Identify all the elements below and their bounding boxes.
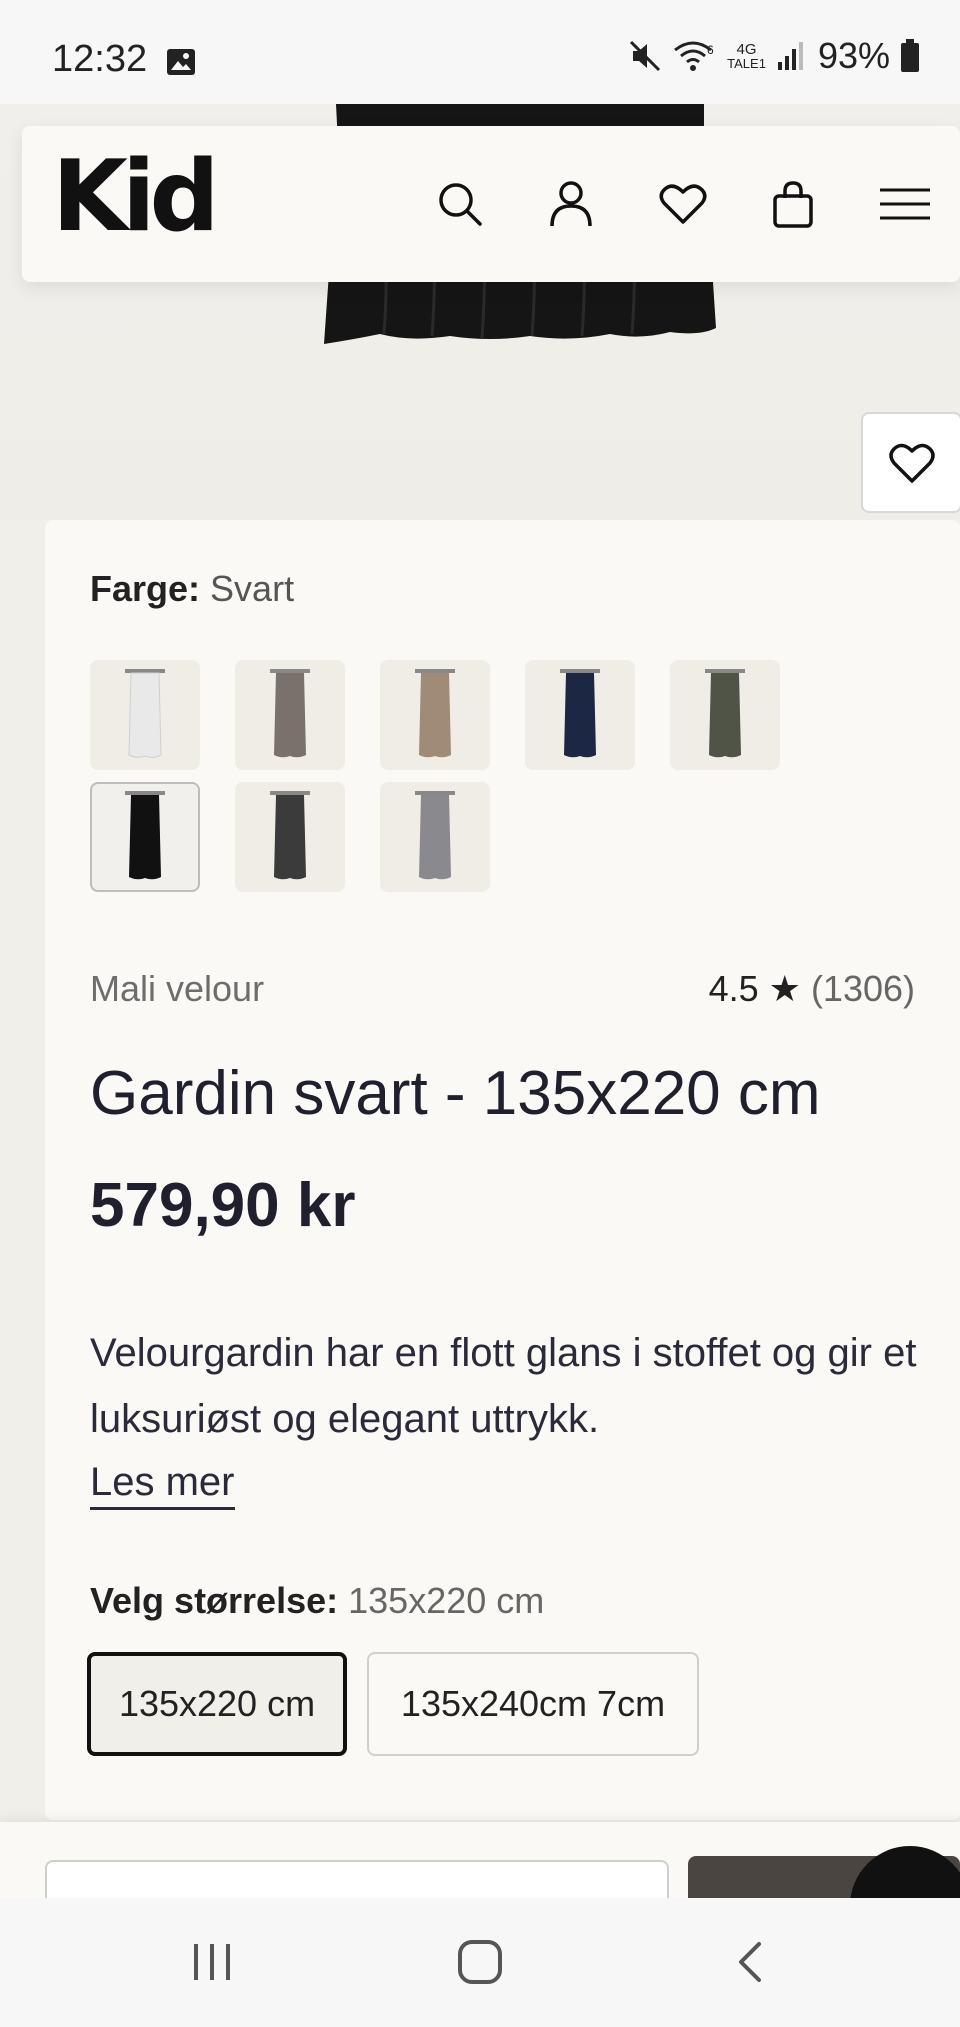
product-details-card: Farge: Svart Mali velour 4.5 ★ (1306) Ga… [45, 520, 960, 1820]
search-icon [439, 183, 482, 226]
curtain-thumbnail [270, 791, 310, 880]
site-logo[interactable]: Kid [52, 148, 220, 246]
color-swatch-black[interactable] [90, 782, 200, 892]
menu-button[interactable] [877, 176, 933, 232]
color-swatch-taupe[interactable] [235, 660, 345, 770]
curtain-thumbnail [415, 669, 455, 758]
add-to-wishlist-button[interactable] [861, 412, 960, 513]
wifi-icon: 6 [674, 41, 714, 71]
product-description: Velourgardin har en flott glans i stoffe… [90, 1331, 917, 1441]
curtain-thumbnail [125, 791, 165, 880]
color-swatch-navy[interactable] [525, 660, 635, 770]
cart-icon [773, 181, 813, 228]
size-option-135x240[interactable]: 135x240cm 7cm [367, 1652, 699, 1756]
status-time: 12:32 [52, 38, 148, 80]
color-swatch-olive[interactable] [670, 660, 780, 770]
svg-text:6: 6 [707, 43, 714, 57]
quantity-selector[interactable] [45, 1860, 669, 1898]
wishlist-icon [659, 184, 707, 224]
size-selection-label: Velg størrelse: 135x220 cm [90, 1580, 545, 1621]
recent-apps-icon [194, 1944, 230, 1980]
rating-value: 4.5 [708, 968, 759, 1009]
color-swatch-beige[interactable] [380, 660, 490, 770]
product-title: Gardin svart - 135x220 cm [90, 1059, 821, 1128]
color-swatch-grey[interactable] [380, 782, 490, 892]
star-icon: ★ [768, 968, 801, 1009]
rating-count: (1306) [810, 968, 915, 1009]
network-type: 4G TALE1 [727, 41, 766, 71]
color-selection-label: Farge: Svart [90, 568, 295, 609]
back-icon [739, 1942, 761, 1982]
mute-icon [630, 40, 661, 72]
account-icon [550, 181, 592, 227]
read-more-link[interactable]: Les mer [90, 1460, 235, 1510]
battery-percent: 93% [817, 35, 890, 76]
color-swatch-dark-grey[interactable] [235, 782, 345, 892]
status-bar: 12:32 6 4G TALE1 93% [0, 0, 960, 104]
curtain-thumbnail [560, 669, 600, 758]
curtain-thumbnail [415, 791, 455, 880]
gallery-icon [167, 49, 195, 75]
wishlist-button[interactable] [655, 176, 711, 232]
curtain-thumbnail [705, 669, 745, 758]
recent-apps-button[interactable] [182, 1932, 242, 1992]
product-rating[interactable]: 4.5 ★ (1306) [709, 968, 915, 1010]
product-brand[interactable]: Mali velour [90, 968, 264, 1010]
menu-icon [880, 188, 930, 220]
site-header: Kid [22, 126, 960, 282]
account-button[interactable] [543, 176, 599, 232]
sticky-purchase-bar [0, 1822, 960, 1898]
status-icons: 6 4G TALE1 93% [627, 35, 920, 76]
size-option-135x220[interactable]: 135x220 cm [87, 1652, 347, 1756]
search-button[interactable] [432, 176, 488, 232]
color-swatch-white[interactable] [90, 660, 200, 770]
system-navigation-bar [0, 1898, 960, 2027]
cart-button[interactable] [765, 176, 821, 232]
home-icon [458, 1940, 502, 1984]
back-button[interactable] [720, 1932, 780, 1992]
product-price: 579,90 kr [90, 1171, 356, 1240]
curtain-thumbnail [125, 669, 165, 758]
battery-icon [901, 39, 919, 72]
curtain-thumbnail [270, 669, 310, 758]
heart-icon [888, 443, 935, 483]
signal-icon [777, 42, 803, 70]
home-button[interactable] [450, 1932, 510, 1992]
